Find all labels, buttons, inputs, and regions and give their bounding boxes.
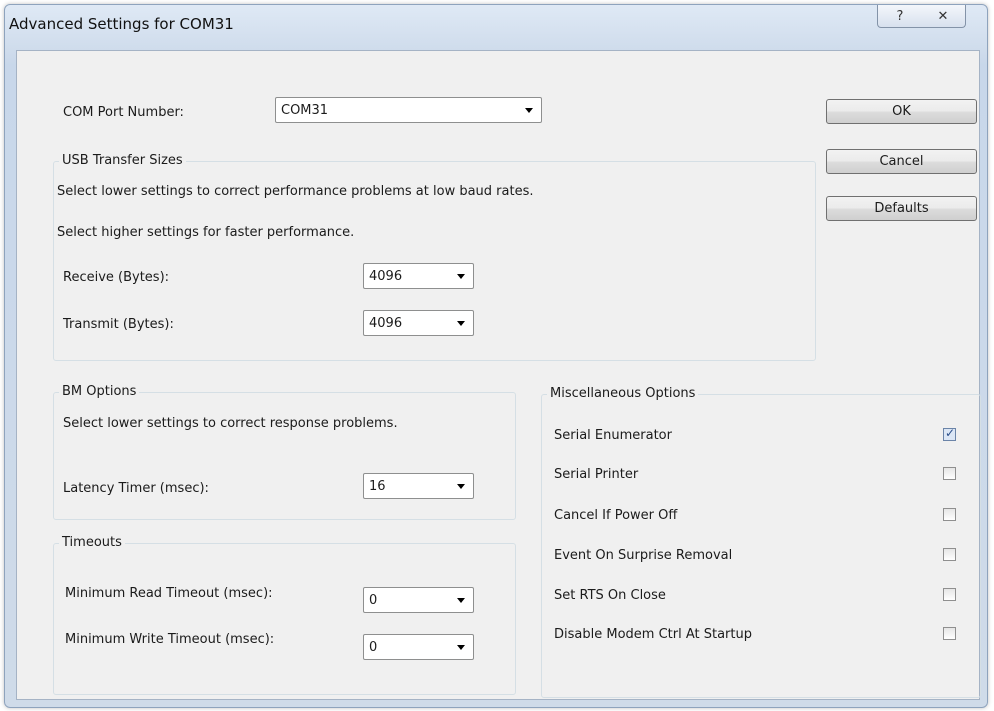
option-label: Event On Surprise Removal bbox=[554, 548, 733, 563]
com-port-select[interactable]: COM31 bbox=[275, 97, 542, 123]
checkmark-icon: ✓ bbox=[945, 426, 956, 440]
bm-options-legend: BM Options bbox=[59, 384, 140, 399]
transmit-select[interactable]: 4096 bbox=[363, 310, 474, 336]
ok-button[interactable]: OK bbox=[826, 99, 977, 124]
chevron-down-icon bbox=[457, 274, 465, 279]
serial-enumerator-checkbox[interactable]: ✓ bbox=[943, 426, 956, 441]
read-timeout-label: Minimum Read Timeout (msec): bbox=[65, 586, 273, 601]
cancel-if-power-off-checkbox[interactable] bbox=[943, 508, 956, 521]
help-button[interactable]: ? bbox=[877, 5, 923, 28]
event-on-surprise-removal-checkbox[interactable] bbox=[943, 548, 956, 561]
chevron-down-icon bbox=[525, 108, 533, 113]
window-title: Advanced Settings for COM31 bbox=[9, 15, 234, 33]
read-timeout-select[interactable]: 0 bbox=[363, 587, 474, 613]
close-icon: ✕ bbox=[937, 8, 949, 24]
dialog-body: COM Port Number: COM31 USB Transfer Size… bbox=[16, 50, 981, 700]
bm-options-desc: Select lower settings to correct respons… bbox=[63, 416, 398, 431]
bm-options-group: BM Options bbox=[53, 384, 516, 520]
usb-transfer-legend: USB Transfer Sizes bbox=[59, 153, 186, 168]
option-label: Serial Enumerator bbox=[554, 428, 672, 443]
chevron-down-icon bbox=[457, 598, 465, 603]
chevron-down-icon bbox=[457, 321, 465, 326]
help-icon: ? bbox=[896, 8, 904, 24]
receive-select[interactable]: 4096 bbox=[363, 263, 474, 289]
disable-modem-ctrl-checkbox[interactable] bbox=[943, 627, 956, 640]
transmit-label: Transmit (Bytes): bbox=[63, 317, 174, 332]
option-label: Serial Printer bbox=[554, 467, 639, 482]
usb-transfer-desc-2: Select higher settings for faster perfor… bbox=[57, 225, 355, 240]
cancel-button[interactable]: Cancel bbox=[826, 149, 977, 174]
option-label: Cancel If Power Off bbox=[554, 508, 678, 523]
read-timeout-value: 0 bbox=[369, 593, 378, 608]
latency-value: 16 bbox=[369, 479, 386, 494]
latency-label: Latency Timer (msec): bbox=[63, 481, 209, 496]
latency-select[interactable]: 16 bbox=[363, 473, 474, 499]
usb-transfer-desc-1: Select lower settings to correct perform… bbox=[57, 184, 534, 199]
chevron-down-icon bbox=[457, 484, 465, 489]
close-button[interactable]: ✕ bbox=[921, 5, 966, 28]
timeouts-group: Timeouts bbox=[53, 535, 516, 695]
com-port-label: COM Port Number: bbox=[63, 105, 184, 120]
misc-options-legend: Miscellaneous Options bbox=[547, 386, 699, 401]
timeouts-legend: Timeouts bbox=[59, 535, 125, 550]
write-timeout-value: 0 bbox=[369, 640, 378, 655]
chevron-down-icon bbox=[457, 645, 465, 650]
com-port-value: COM31 bbox=[281, 103, 329, 118]
dialog-window: Advanced Settings for COM31 ? ✕ COM Port… bbox=[4, 4, 988, 708]
receive-value: 4096 bbox=[369, 269, 403, 284]
defaults-button[interactable]: Defaults bbox=[826, 196, 977, 221]
serial-printer-checkbox[interactable] bbox=[943, 467, 956, 480]
option-label: Set RTS On Close bbox=[554, 588, 666, 603]
option-label: Disable Modem Ctrl At Startup bbox=[554, 627, 752, 642]
write-timeout-label: Minimum Write Timeout (msec): bbox=[65, 632, 275, 647]
receive-label: Receive (Bytes): bbox=[63, 270, 170, 285]
transmit-value: 4096 bbox=[369, 316, 403, 331]
write-timeout-select[interactable]: 0 bbox=[363, 634, 474, 660]
set-rts-on-close-checkbox[interactable] bbox=[943, 588, 956, 601]
